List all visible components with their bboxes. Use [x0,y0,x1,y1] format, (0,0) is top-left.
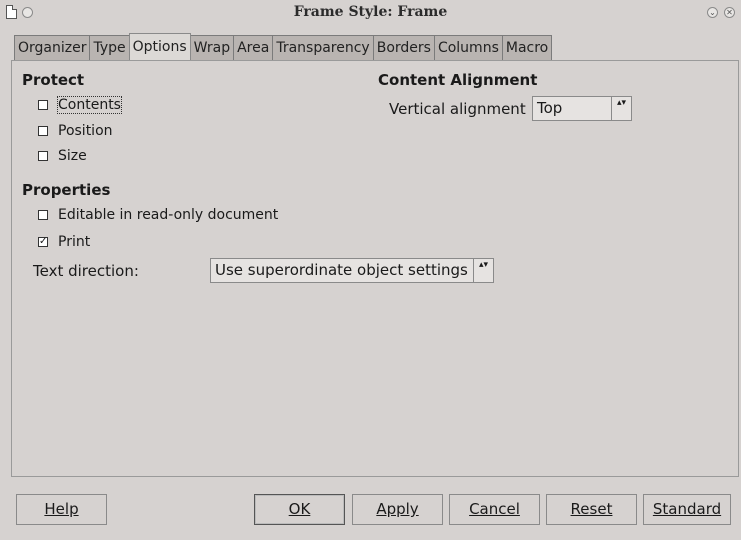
minimize-icon[interactable]: ⌄ [707,7,718,18]
size-label: Size [58,148,87,164]
text-direction-label: Text direction: [33,262,139,280]
contents-label: Contents [57,96,122,114]
cancel-button[interactable]: Cancel [449,494,540,525]
vertical-alignment-value: Top [537,99,563,117]
tab-organizer[interactable]: Organizer [14,35,91,60]
editable-checkbox[interactable] [38,210,48,220]
tab-borders[interactable]: Borders [372,35,435,60]
spinner-icon[interactable]: ▴▾ [611,97,631,120]
size-checkbox-row[interactable]: Size [38,148,87,164]
ok-button[interactable]: OK [254,494,345,525]
contents-checkbox[interactable] [38,100,48,110]
editable-checkbox-row[interactable]: Editable in read-only document [38,207,278,223]
print-label: Print [58,234,91,250]
print-checkbox-row[interactable]: ✓ Print [38,234,90,250]
tab-wrap[interactable]: Wrap [189,35,235,60]
spinner-icon[interactable]: ▴▾ [473,259,493,282]
position-checkbox-row[interactable]: Position [38,123,113,139]
editable-label: Editable in read-only document [58,207,279,223]
print-checkbox[interactable]: ✓ [38,237,48,247]
size-checkbox[interactable] [38,151,48,161]
properties-heading: Properties [22,181,111,199]
tab-bar: Organizer Type Options Wrap Area Transpa… [14,33,553,61]
tab-transparency[interactable]: Transparency [272,35,374,60]
title-bar: Frame Style: Frame ⌄ ✕ [0,0,741,26]
help-button[interactable]: Help [16,494,107,525]
apply-button[interactable]: Apply [352,494,443,525]
tab-macro[interactable]: Macro [501,35,553,60]
text-direction-select[interactable]: Use superordinate object settings ▴▾ [210,258,494,283]
vertical-alignment-select[interactable]: Top ▴▾ [532,96,632,121]
reset-button[interactable]: Reset [546,494,637,525]
tab-options[interactable]: Options [128,33,191,60]
options-panel: Protect Contents Position Size Content A… [11,60,739,477]
position-checkbox[interactable] [38,126,48,136]
tab-type[interactable]: Type [89,35,130,60]
position-label: Position [58,123,113,139]
standard-button[interactable]: Standard [643,494,731,525]
close-icon[interactable]: ✕ [724,7,735,18]
content-alignment-heading: Content Alignment [378,71,538,89]
tab-area[interactable]: Area [233,35,274,60]
window-title: Frame Style: Frame [293,4,448,20]
text-direction-value: Use superordinate object settings [215,261,468,279]
vertical-alignment-label: Vertical alignment [389,100,526,118]
protect-heading: Protect [22,71,85,89]
contents-checkbox-row[interactable]: Contents [38,96,122,114]
tab-columns[interactable]: Columns [433,35,503,60]
